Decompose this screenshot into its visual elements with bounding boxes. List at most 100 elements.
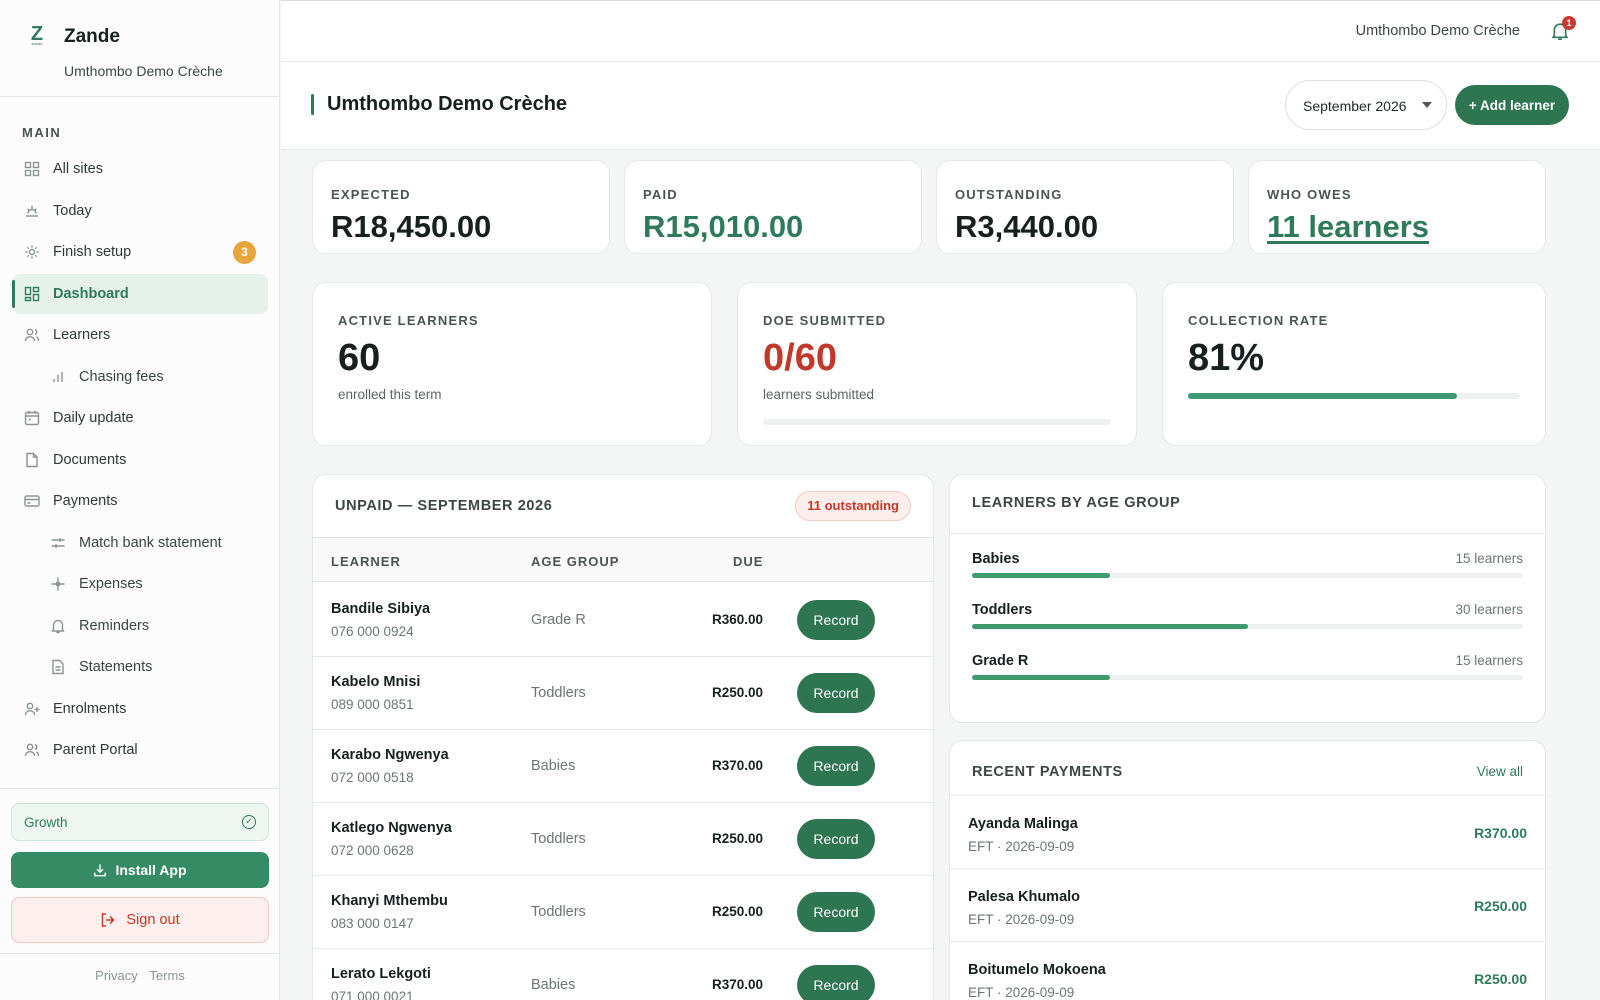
record-payment-button[interactable]: Record [797, 892, 875, 932]
list-item[interactable]: Boitumelo Mokoena EFT · 2026-09-09 R250.00 [950, 941, 1545, 1000]
kpi-label: COLLECTION RATE [1188, 313, 1329, 328]
table-row: Lerato Lekgoti 071 000 0021 Babies R370.00 R… [313, 948, 933, 1000]
recent-payments-panel: RECENT PAYMENTS View all Ayanda Malinga E… [949, 740, 1546, 1000]
table-row: Khanyi Mthembu 083 000 0147 Toddlers R250.0… [313, 875, 933, 949]
sidebar-item-documents[interactable]: Documents [12, 440, 268, 480]
unpaid-title: UNPAID — SEPTEMBER 2026 [335, 498, 553, 514]
install-app-button[interactable]: Install App [11, 852, 269, 888]
stat-label: OUTSTANDING [955, 187, 1063, 202]
stat-value: R15,010.00 [643, 209, 804, 244]
current-site-name[interactable]: Umthombo Demo Crèche [1356, 23, 1520, 39]
learner-phone: 071 000 0021 [331, 989, 414, 1000]
age-group-bar-track [972, 573, 1523, 578]
file-icon [50, 659, 66, 675]
kpi-label: ACTIVE LEARNERS [338, 313, 479, 328]
month-select[interactable]: September 2026 [1285, 80, 1447, 130]
kpi-card-doe-submitted: DOE SUBMITTED 0/60 learners submitted [737, 282, 1137, 446]
sidebar-item-daily-update[interactable]: Daily update [12, 398, 268, 438]
record-payment-button[interactable]: Record [797, 746, 875, 786]
sign-out-label: Sign out [126, 912, 180, 928]
list-item[interactable]: Ayanda Malinga EFT · 2026-09-09 R370.00 [950, 795, 1545, 868]
sidebar-item-statements[interactable]: Statements [12, 647, 268, 687]
top-bar: Umthombo Demo Crèche 1 [281, 0, 1600, 62]
sidebar-item-expenses[interactable]: Expenses [12, 564, 268, 604]
sunrise-icon [24, 203, 40, 219]
sidebar-item-chasing-fees[interactable]: Chasing fees [12, 357, 268, 397]
nav-section-label: MAIN [22, 125, 62, 140]
record-payment-button[interactable]: Record [797, 600, 875, 640]
view-all-link[interactable]: View all [1477, 764, 1523, 779]
kpi-value: 81% [1188, 337, 1265, 379]
learner-name[interactable]: Karabo Ngwenya [331, 747, 449, 763]
stat-value: R18,450.00 [331, 209, 492, 244]
divider [950, 533, 1545, 534]
sidebar-item-label: Reminders [79, 617, 150, 634]
logout-icon [100, 912, 116, 928]
table-row: Bandile Sibiya 076 000 0924 Grade R R360.00… [313, 583, 933, 657]
learner-name[interactable]: Khanyi Mthembu [331, 893, 448, 909]
bar-chart-icon [50, 369, 66, 385]
sidebar-item-label: Daily update [53, 410, 134, 426]
sidebar-item-match-bank-statement[interactable]: Match bank statement [12, 523, 268, 563]
stat-card-outstanding: OUTSTANDING R3,440.00 [936, 160, 1234, 254]
sidebar-item-parent-portal[interactable]: Parent Portal [12, 730, 268, 770]
sidebar-item-today[interactable]: Today [12, 191, 268, 231]
record-payment-button[interactable]: Record [797, 965, 875, 1000]
list-item: Babies 15 learners [972, 551, 1523, 597]
sidebar-item-enrolments[interactable]: Enrolments [12, 689, 268, 729]
sidebar-item-label: All sites [53, 161, 103, 177]
sidebar-item-dashboard[interactable]: Dashboard [12, 273, 268, 314]
sparkle-icon [50, 576, 66, 592]
payment-amount: R370.00 [1474, 825, 1527, 841]
terms-link[interactable]: Terms [149, 968, 184, 983]
stat-value: R3,440.00 [955, 209, 1099, 244]
sidebar-footer: Growth ✓ Install App Sign out Privacy Te… [0, 788, 280, 983]
users-icon [24, 327, 40, 343]
stat-label: PAID [643, 187, 678, 202]
learner-name[interactable]: Lerato Lekgoti [331, 966, 431, 982]
learner-age-group: Babies [531, 758, 576, 774]
record-payment-button[interactable]: Record [797, 673, 875, 713]
zande-logo-icon[interactable]: Zzande [26, 24, 48, 48]
payer-name: Ayanda Malinga [968, 816, 1078, 832]
sidebar-item-label: Payments [53, 493, 118, 509]
learner-name[interactable]: Bandile Sibiya [331, 601, 430, 617]
learner-age-group: Toddlers [531, 904, 586, 920]
learner-name[interactable]: Kabelo Mnisi [331, 674, 420, 690]
age-group-bar-track [972, 624, 1523, 629]
record-payment-button[interactable]: Record [797, 819, 875, 859]
sidebar-item-finish-setup[interactable]: Finish setup 3 [12, 232, 268, 272]
stat-card-who-owes[interactable]: WHO OWES 11 learners [1248, 160, 1546, 254]
sidebar-item-label: Statements [79, 659, 153, 675]
sidebar-item-payments[interactable]: Payments [12, 481, 268, 521]
age-group-name: Grade R [972, 653, 1029, 669]
learner-phone: 083 000 0147 [331, 916, 414, 931]
payer-name: Palesa Khumalo [968, 889, 1081, 905]
sidebar: Zzande Zande Umthombo Demo Crèche MAIN A… [0, 0, 280, 1000]
sidebar-item-label: Finish setup [53, 244, 132, 260]
list-item[interactable]: Palesa Khumalo EFT · 2026-09-09 R250.00 [950, 868, 1545, 941]
col-learner: LEARNER [331, 554, 401, 569]
brand-header: Zzande Zande Umthombo Demo Crèche [0, 0, 279, 97]
learner-name[interactable]: Katlego Ngwenya [331, 820, 452, 836]
recent-payments-title: RECENT PAYMENTS [972, 764, 1123, 780]
unpaid-panel: UNPAID — SEPTEMBER 2026 11 outstanding L… [312, 474, 934, 1000]
age-group-count: 30 learners [1455, 602, 1523, 617]
payer-name: Boitumelo Mokoena [968, 962, 1106, 978]
grid-icon [24, 161, 40, 177]
sidebar-item-reminders[interactable]: Reminders [12, 606, 268, 646]
plan-label: Growth [24, 815, 68, 830]
notification-count-badge: 1 [1562, 16, 1576, 30]
sidebar-item-learners[interactable]: Learners [12, 315, 268, 355]
footer-links: Privacy Terms [0, 953, 280, 983]
privacy-link[interactable]: Privacy [95, 968, 138, 983]
sidebar-item-all-sites[interactable]: All sites [12, 149, 268, 189]
plan-badge[interactable]: Growth ✓ [11, 803, 269, 841]
bell-icon [50, 618, 66, 634]
sidebar-item-label: Dashboard [53, 285, 129, 302]
sign-out-button[interactable]: Sign out [11, 897, 269, 943]
learner-amount-due: R250.00 [711, 831, 763, 846]
who-owes-link[interactable]: 11 learners [1267, 209, 1429, 245]
add-learner-button[interactable]: + Add learner [1455, 85, 1569, 125]
outstanding-badge: 11 outstanding [795, 491, 911, 521]
